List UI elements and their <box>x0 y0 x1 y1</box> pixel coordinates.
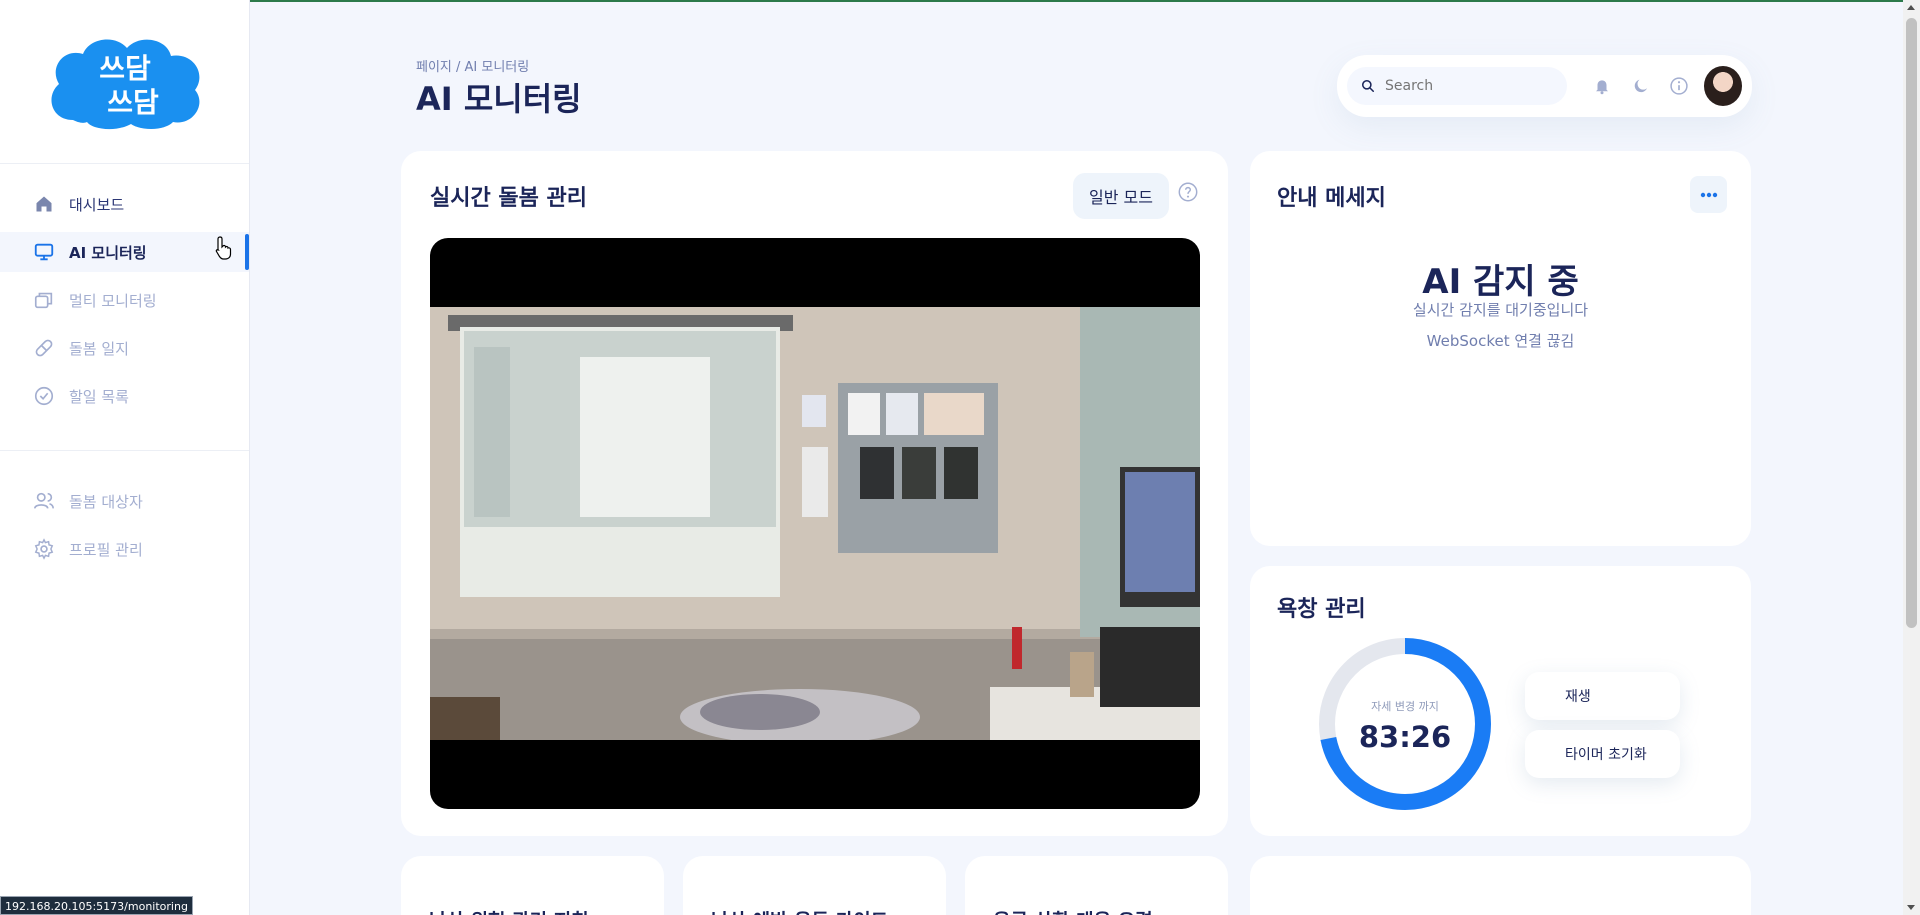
search-input[interactable] <box>1385 78 1555 94</box>
pill-icon <box>33 337 55 359</box>
info-button[interactable] <box>1660 66 1698 106</box>
position-change-timer: 자세 변경 까지 83:26 <box>1317 636 1493 812</box>
sidebar-item-dashboard[interactable]: 대시보드 <box>0 184 249 224</box>
reset-timer-button[interactable]: 타이머 초기화 <box>1525 730 1680 778</box>
card-title: 욕창 관리 <box>1277 597 1366 622</box>
video-frame <box>430 307 1200 740</box>
gear-icon <box>33 538 55 560</box>
notification-button[interactable] <box>1583 66 1621 106</box>
bottom-card-title: 낙상 예방 운동 가이드 <box>711 906 888 915</box>
logo-cloud-icon: 쓰담 쓰담 <box>50 38 199 129</box>
sidebar: 쓰담 쓰담 대시보드 AI 모니터링 멀티 모니터링 돌봄 일지 할일 목록 돌… <box>0 0 250 915</box>
dark-mode-toggle[interactable] <box>1621 66 1659 106</box>
users-icon <box>33 490 55 512</box>
top-bar <box>1337 55 1752 117</box>
sidebar-item-label: 프로필 관리 <box>69 540 143 559</box>
detection-subtitle: 실시간 감지를 대기중입니다 <box>1412 301 1589 319</box>
bell-icon <box>1596 80 1609 95</box>
logo-text-bottom: 쓰담 <box>107 86 159 119</box>
monitor-icon <box>33 241 55 263</box>
avatar[interactable] <box>1703 66 1742 106</box>
more-options-button[interactable] <box>1690 176 1727 213</box>
status-url: 192.168.20.105:5173/monitoring <box>0 896 193 915</box>
bedsore-management-card: 욕창 관리 자세 변경 까지 83:26 재생 타이머 초기화 <box>1250 566 1751 836</box>
websocket-status: WebSocket 연결 끊김 <box>1426 332 1575 350</box>
scroll-up-icon[interactable] <box>1907 5 1915 10</box>
info-icon <box>1670 77 1688 95</box>
more-dots-icon <box>1700 192 1717 197</box>
sidebar-item-label: 할일 목록 <box>69 387 129 406</box>
sidebar-divider <box>0 450 249 451</box>
timer-label: 자세 변경 까지 <box>1371 700 1439 713</box>
sidebar-item-label: 대시보드 <box>69 195 125 214</box>
sidebar-item-profile[interactable]: 프로필 관리 <box>0 529 249 569</box>
sidebar-item-label: 돌봄 대상자 <box>69 492 143 511</box>
sidebar-item-label: 돌봄 일지 <box>69 339 129 358</box>
home-icon <box>33 193 55 215</box>
ai-detection-status: AI 감지 중 <box>1422 262 1579 302</box>
camera-scene-image <box>430 307 1200 740</box>
scrollbar-thumb[interactable] <box>1906 18 1917 628</box>
sidebar-item-multi-monitoring[interactable]: 멀티 모니터링 <box>0 280 249 320</box>
sidebar-item-label: AI 모니터링 <box>69 243 147 262</box>
play-button[interactable]: 재생 <box>1525 672 1680 720</box>
search-box[interactable] <box>1347 67 1568 105</box>
bottom-card[interactable]: 낙상 위험 관리 지침 <box>401 856 664 915</box>
check-circle-icon <box>33 385 55 407</box>
page-scrollbar[interactable] <box>1903 0 1920 915</box>
bottom-card-title: 응급 상황 대응 요령 <box>993 906 1153 915</box>
realtime-care-card: 실시간 돌봄 관리 일반 모드 <box>401 151 1228 836</box>
bottom-card[interactable]: 낙상 예방 운동 가이드 <box>683 856 946 915</box>
moon-icon <box>1634 79 1647 93</box>
mode-toggle-button[interactable]: 일반 모드 <box>1073 173 1169 219</box>
mouse-cursor-icon <box>215 236 232 260</box>
bottom-card[interactable]: 응급 상황 대응 요령 <box>965 856 1228 915</box>
bottom-card-title: 낙상 위험 관리 지침 <box>429 906 589 915</box>
sidebar-item-todo[interactable]: 할일 목록 <box>0 376 249 416</box>
logo[interactable]: 쓰담 쓰담 <box>0 0 249 164</box>
logo-text-top: 쓰담 <box>99 52 151 85</box>
breadcrumb: 페이지 / AI 모니터링 <box>416 60 530 75</box>
live-video-feed[interactable] <box>430 238 1200 809</box>
bottom-card[interactable] <box>1250 856 1751 915</box>
search-icon <box>1361 79 1375 93</box>
sidebar-item-label: 멀티 모니터링 <box>69 291 157 310</box>
scroll-down-icon[interactable] <box>1907 905 1915 910</box>
card-title: 안내 메세지 <box>1277 186 1386 211</box>
sidebar-item-care-recipients[interactable]: 돌봄 대상자 <box>0 481 249 521</box>
guide-message-card: 안내 메세지 AI 감지 중 실시간 감지를 대기중입니다 WebSocket … <box>1250 151 1751 546</box>
layers-icon <box>33 289 55 311</box>
sidebar-item-ai-monitoring[interactable]: AI 모니터링 <box>0 232 249 272</box>
sidebar-nav: 대시보드 AI 모니터링 멀티 모니터링 돌봄 일지 할일 목록 돌봄 대상자 … <box>0 164 249 569</box>
browser-top-line <box>0 0 1920 2</box>
card-title: 실시간 돌봄 관리 <box>430 186 587 211</box>
sidebar-item-care-diary[interactable]: 돌봄 일지 <box>0 328 249 368</box>
page-title: AI 모니터링 <box>416 80 582 118</box>
timer-value: 83:26 <box>1358 720 1452 754</box>
question-circle-icon[interactable] <box>1177 181 1199 207</box>
